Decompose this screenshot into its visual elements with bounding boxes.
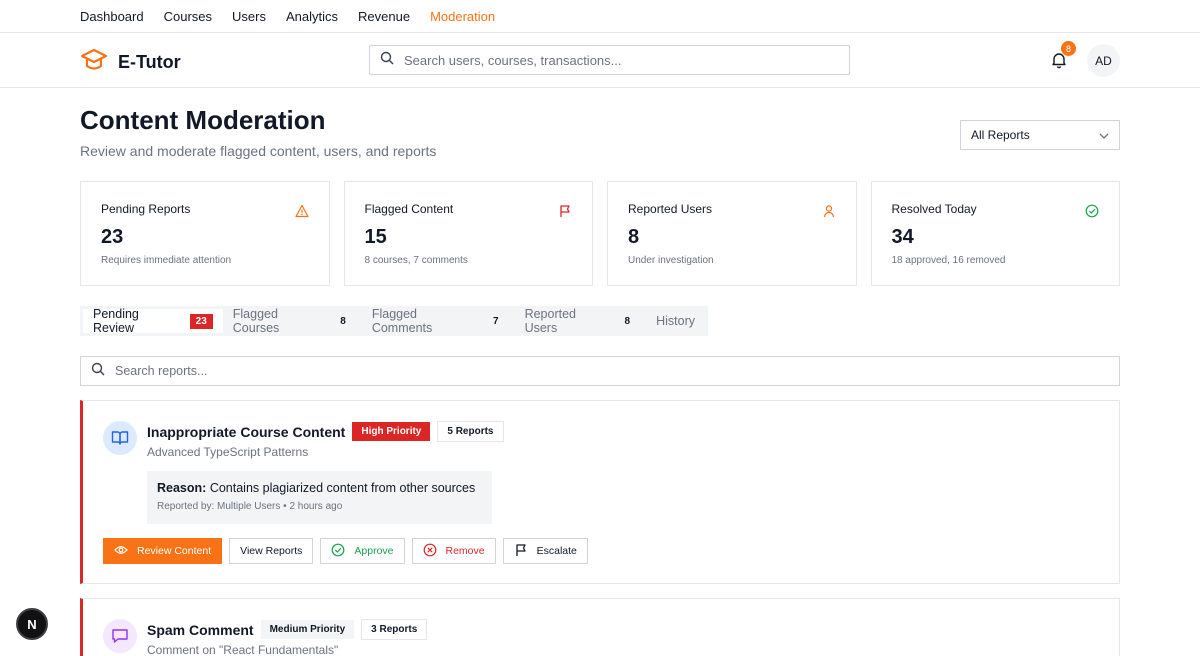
button-label: Escalate	[536, 545, 577, 557]
tab-count-badge: 8	[624, 315, 631, 327]
brand-name: E-Tutor	[118, 52, 181, 72]
reason-line: Reason: Contains plagiarized content fro…	[157, 481, 482, 495]
report-title-row: Inappropriate Course Content High Priori…	[147, 421, 504, 442]
tab-label: Pending Review	[93, 307, 139, 335]
tab-flagged-comments[interactable]: Flagged Comments 7	[362, 307, 515, 335]
approve-button[interactable]: Approve	[320, 538, 405, 564]
button-label: Remove	[445, 545, 485, 557]
flag-icon	[558, 204, 572, 218]
top-nav: Dashboard Courses Users Analytics Revenu…	[0, 0, 1200, 33]
search-icon	[380, 51, 394, 70]
stat-label: Pending Reports	[101, 202, 191, 216]
flag-icon	[514, 543, 528, 560]
check-circle-icon	[1085, 204, 1099, 218]
stat-value: 15	[364, 226, 387, 248]
report-filter-select[interactable]: All Reports	[960, 120, 1120, 150]
eye-icon	[114, 545, 128, 558]
chevron-down-icon	[1099, 128, 1109, 142]
reason-box: Reason: Contains plagiarized content fro…	[147, 471, 492, 524]
priority-badge: High Priority	[352, 422, 431, 441]
x-circle-icon	[423, 543, 437, 560]
view-reports-button[interactable]: View Reports	[229, 538, 314, 564]
reason-meta: Reported by: Multiple Users • 2 hours ag…	[157, 501, 343, 512]
stat-card-resolved-today: Resolved Today 34 18 approved, 16 remove…	[870, 181, 1120, 286]
reason-text: Contains plagiarized content from other …	[209, 481, 476, 495]
dev-tools-button[interactable]: N	[16, 608, 48, 640]
stat-value: 23	[101, 226, 124, 248]
stat-card-flagged-content: Flagged Content 15 8 courses, 7 comments	[343, 181, 593, 286]
escalate-button[interactable]: Escalate	[502, 538, 588, 564]
stat-note: 18 approved, 16 removed	[891, 255, 1006, 266]
report-title: Inappropriate Course Content	[147, 423, 346, 440]
notification-badge: 8	[1061, 41, 1076, 56]
book-icon	[103, 421, 137, 455]
nav-dashboard[interactable]: Dashboard	[80, 9, 144, 24]
global-search-input[interactable]	[404, 52, 849, 68]
report-search-input[interactable]	[115, 364, 1119, 378]
report-card: Inappropriate Course Content High Priori…	[80, 400, 1120, 584]
nav-courses[interactable]: Courses	[164, 9, 212, 24]
report-search[interactable]	[80, 356, 1120, 386]
report-subject: Comment on "React Fundamentals"	[147, 643, 339, 656]
tab-label: History	[656, 314, 695, 328]
stat-value: 8	[628, 226, 640, 248]
tab-reported-users[interactable]: Reported Users 8	[515, 307, 647, 335]
report-count-badge: 5 Reports	[437, 421, 504, 442]
report-title-row: Spam Comment Medium Priority 3 Reports	[147, 619, 428, 640]
message-icon	[103, 619, 137, 653]
tab-label: Flagged Comments	[371, 307, 433, 335]
reason-label: Reason:	[157, 481, 207, 495]
tab-count-badge: 23	[189, 313, 213, 329]
report-filter-value: All Reports	[971, 128, 1030, 142]
nav-moderation[interactable]: Moderation	[430, 9, 495, 24]
nav-analytics[interactable]: Analytics	[286, 9, 338, 24]
stat-label: Resolved Today	[891, 202, 977, 216]
button-label: Approve	[354, 545, 394, 557]
warning-icon	[294, 204, 309, 218]
tab-count-badge: 8	[340, 315, 346, 327]
stat-label: Reported Users	[628, 202, 713, 216]
page-subtitle: Review and moderate flagged content, use…	[80, 143, 437, 159]
page-title: Content Moderation	[80, 105, 326, 135]
global-search[interactable]	[369, 45, 850, 75]
priority-badge: Medium Priority	[260, 620, 355, 639]
stat-note: 8 courses, 7 comments	[364, 255, 468, 266]
report-title: Spam Comment	[147, 621, 254, 638]
search-icon	[91, 362, 105, 381]
user-icon	[822, 204, 836, 218]
tab-label: Reported Users	[524, 307, 577, 335]
tab-pending-review[interactable]: Pending Review 23	[83, 307, 223, 335]
avatar[interactable]: AD	[1087, 44, 1120, 77]
check-circle-icon	[331, 543, 345, 560]
brand[interactable]: E-Tutor	[80, 47, 181, 78]
stat-card-pending-reports: Pending Reports 23 Requires immediate at…	[80, 181, 330, 286]
stat-label: Flagged Content	[364, 202, 454, 216]
review-content-button[interactable]: Review Content	[103, 538, 223, 564]
app-header: E-Tutor 8 AD	[0, 33, 1200, 88]
stats-row: Pending Reports 23 Requires immediate at…	[80, 181, 1120, 286]
moderation-tabs: Pending Review 23 Flagged Courses 8 Flag…	[80, 306, 708, 336]
report-subject: Advanced TypeScript Patterns	[147, 445, 309, 459]
stat-note: Requires immediate attention	[101, 255, 232, 266]
report-card: Spam Comment Medium Priority 3 Reports C…	[80, 598, 1120, 656]
tab-flagged-courses[interactable]: Flagged Courses 8	[223, 307, 362, 335]
report-count-badge: 3 Reports	[361, 619, 428, 640]
nav-users[interactable]: Users	[232, 9, 266, 24]
report-actions: Review Content View Reports Approve Remo…	[103, 538, 588, 564]
remove-button[interactable]: Remove	[411, 538, 496, 564]
nav-revenue[interactable]: Revenue	[358, 9, 410, 24]
graduation-cap-icon	[80, 47, 108, 78]
stat-card-reported-users: Reported Users 8 Under investigation	[607, 181, 857, 286]
stat-value: 34	[891, 226, 914, 248]
stat-note: Under investigation	[628, 255, 714, 266]
tab-label: Flagged Courses	[232, 307, 280, 335]
tab-count-badge: 7	[493, 315, 499, 327]
tab-history[interactable]: History	[646, 309, 705, 333]
button-label: Review Content	[137, 545, 212, 557]
